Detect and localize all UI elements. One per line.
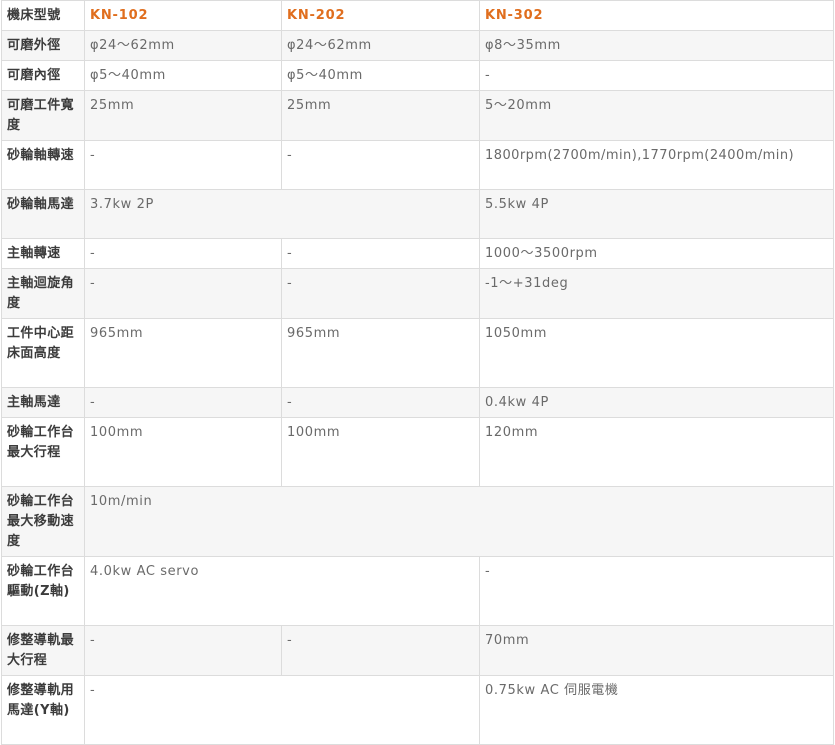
cell-kn202: 965mm: [281, 318, 480, 388]
cell-kn102: 25mm: [84, 90, 282, 141]
cell-kn302: 5.5kw 4P: [479, 189, 834, 239]
table-row: 可磨內徑 φ5～40mm φ5～40mm -: [1, 60, 834, 91]
cell-kn202: 100mm: [281, 417, 480, 487]
row-label: 修整導軌最大行程: [1, 625, 85, 676]
table-row: 砂輪軸轉速 - - 1800rpm(2700m/min),1770rpm(240…: [1, 140, 834, 190]
model-kn102: KN-102: [84, 0, 282, 31]
row-label: 可磨外徑: [1, 30, 85, 61]
cell-kn102: -: [84, 238, 282, 269]
cell-kn302: 1000～3500rpm: [479, 238, 834, 269]
table-row: 可磨外徑 φ24～62mm φ24～62mm φ8～35mm: [1, 30, 834, 61]
table-header-row: 機床型號 KN-102 KN-202 KN-302: [1, 0, 834, 31]
table-row: 主軸馬達 - - 0.4kw 4P: [1, 387, 834, 418]
cell-kn202: -: [281, 140, 480, 190]
cell-kn302: 0.75kw AC 伺服電機: [479, 675, 834, 745]
cell-kn202: 25mm: [281, 90, 480, 141]
cell-kn202: φ24～62mm: [281, 30, 480, 61]
model-kn202: KN-202: [281, 0, 480, 31]
table-row: 主軸轉速 - - 1000～3500rpm: [1, 238, 834, 269]
cell-kn102-kn202: 3.7kw 2P: [84, 189, 480, 239]
cell-kn302: -: [479, 60, 834, 91]
table-row: 主軸迴旋角度 - - -1～+31deg: [1, 268, 834, 319]
cell-all-models: 10m/min: [84, 486, 834, 557]
cell-kn202: -: [281, 238, 480, 269]
table-row: 修整導軌最大行程 - - 70mm: [1, 625, 834, 676]
model-kn302: KN-302: [479, 0, 834, 31]
cell-kn302: 120mm: [479, 417, 834, 487]
cell-kn102: φ5～40mm: [84, 60, 282, 91]
cell-kn302: φ8～35mm: [479, 30, 834, 61]
cell-kn302: 0.4kw 4P: [479, 387, 834, 418]
row-label: 砂輪軸轉速: [1, 140, 85, 190]
header-label: 機床型號: [1, 0, 85, 31]
row-label: 主軸馬達: [1, 387, 85, 418]
cell-kn302: 5～20mm: [479, 90, 834, 141]
cell-kn102-kn202: 4.0kw AC servo: [84, 556, 480, 626]
row-label: 砂輪工作台最大移動速度: [1, 486, 85, 557]
table-row: 工件中心距床面高度 965mm 965mm 1050mm: [1, 318, 834, 388]
row-label: 可磨工件寬度: [1, 90, 85, 141]
row-label: 工件中心距床面高度: [1, 318, 85, 388]
table-row: 可磨工件寬度 25mm 25mm 5～20mm: [1, 90, 834, 141]
spec-table: 機床型號 KN-102 KN-202 KN-302 可磨外徑 φ24～62mm …: [1, 0, 834, 745]
table-row: 砂輪工作台驅動(Z軸) 4.0kw AC servo -: [1, 556, 834, 626]
row-label: 砂輪工作台驅動(Z軸): [1, 556, 85, 626]
table-row: 砂輪軸馬達 3.7kw 2P 5.5kw 4P: [1, 189, 834, 239]
cell-kn102-kn202: -: [84, 675, 480, 745]
cell-kn102: -: [84, 268, 282, 319]
cell-kn102: φ24～62mm: [84, 30, 282, 61]
cell-kn202: -: [281, 268, 480, 319]
cell-kn202: -: [281, 625, 480, 676]
row-label: 主軸迴旋角度: [1, 268, 85, 319]
cell-kn302: 1050mm: [479, 318, 834, 388]
row-label: 砂輪軸馬達: [1, 189, 85, 239]
cell-kn302: -1～+31deg: [479, 268, 834, 319]
cell-kn102: 100mm: [84, 417, 282, 487]
cell-kn202: -: [281, 387, 480, 418]
table-row: 砂輪工作台最大行程 100mm 100mm 120mm: [1, 417, 834, 487]
row-label: 可磨內徑: [1, 60, 85, 91]
cell-kn102: 965mm: [84, 318, 282, 388]
table-row: 修整導軌用馬達(Y軸) - 0.75kw AC 伺服電機: [1, 675, 834, 745]
cell-kn102: -: [84, 387, 282, 418]
row-label: 修整導軌用馬達(Y軸): [1, 675, 85, 745]
cell-kn202: φ5～40mm: [281, 60, 480, 91]
table-row: 砂輪工作台最大移動速度 10m/min: [1, 486, 834, 557]
cell-kn102: -: [84, 140, 282, 190]
row-label: 主軸轉速: [1, 238, 85, 269]
cell-kn302: -: [479, 556, 834, 626]
row-label: 砂輪工作台最大行程: [1, 417, 85, 487]
cell-kn302: 1800rpm(2700m/min),1770rpm(2400m/min): [479, 140, 834, 190]
cell-kn302: 70mm: [479, 625, 834, 676]
cell-kn102: -: [84, 625, 282, 676]
